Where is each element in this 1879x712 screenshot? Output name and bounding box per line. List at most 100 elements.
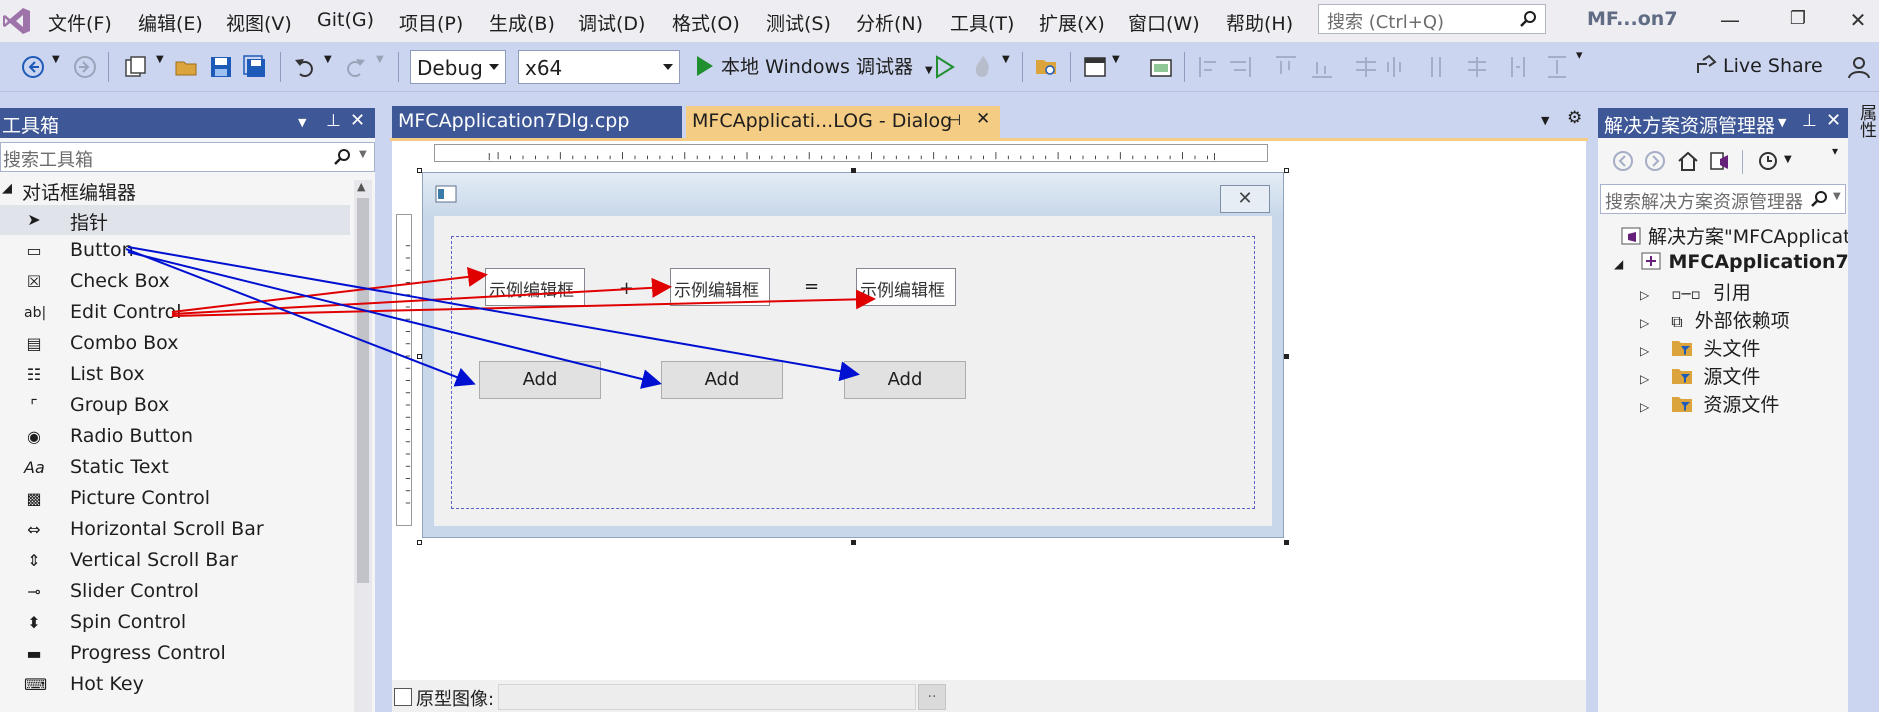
toolbox-item-spin-control[interactable]: ⬍ Spin Control — [0, 608, 350, 638]
minimize-icon[interactable]: — — [1718, 8, 1742, 32]
menu-project[interactable]: 项目(P) — [399, 9, 463, 36]
toolbox-search-input[interactable]: 搜索工具箱 ▼ — [0, 142, 375, 172]
resize-handle[interactable] — [851, 168, 856, 173]
solution-explorer-search-input[interactable]: 搜索解决方案资源管理器 ▼ — [1600, 184, 1846, 214]
find-in-files-icon[interactable] — [1034, 54, 1060, 80]
resize-handle[interactable] — [1284, 168, 1289, 173]
chevron-down-icon[interactable]: ▼ — [156, 54, 164, 80]
restore-icon[interactable]: ❐ — [1786, 8, 1810, 32]
gear-icon[interactable]: ⚙ — [1567, 108, 1582, 128]
menu-git[interactable]: Git(G) — [317, 9, 374, 31]
toolbox-scrollbar-thumb[interactable] — [357, 198, 369, 583]
toolbox-item-combo-box[interactable]: ▤ Combo Box — [0, 329, 350, 359]
toolbox-group-dialog-editor[interactable]: ◢ 对话框编辑器 — [0, 175, 350, 205]
redo-icon[interactable] — [342, 54, 368, 80]
add-button-2[interactable]: Add — [661, 361, 783, 399]
back-icon[interactable] — [1612, 150, 1634, 172]
resize-handle[interactable] — [417, 540, 422, 545]
forward-icon[interactable] — [1644, 150, 1666, 172]
toolbar-overflow-icon[interactable]: ▾ — [1576, 48, 1583, 74]
chevron-down-icon[interactable]: ▼ — [1778, 116, 1786, 129]
vertical-ruler[interactable] — [396, 214, 412, 526]
start-debugging-button[interactable]: 本地 Windows 调试器 ▼ — [695, 52, 933, 82]
pin-icon[interactable]: ⊥ — [326, 111, 341, 131]
global-search-input[interactable]: 搜索 (Ctrl+Q) — [1318, 4, 1546, 34]
solution-configuration-select[interactable]: Debug — [410, 50, 506, 84]
hot-reload-icon[interactable] — [970, 54, 996, 80]
edit-control-result[interactable]: 示例编辑框 — [856, 268, 956, 306]
close-icon[interactable]: ✕ — [350, 110, 365, 131]
start-without-debugging-icon[interactable] — [934, 54, 956, 80]
save-icon[interactable] — [208, 54, 234, 80]
tree-node-references[interactable]: ▷ ▫─▫ 引用 — [1640, 278, 1751, 306]
toolbox-item-progress-control[interactable]: ▬ Progress Control — [0, 639, 350, 669]
new-project-icon[interactable] — [122, 54, 148, 80]
account-icon[interactable] — [1846, 54, 1872, 80]
resize-handle[interactable] — [417, 168, 422, 173]
close-icon[interactable]: ✕ — [1826, 110, 1841, 131]
menu-debug[interactable]: 调试(D) — [578, 9, 645, 36]
close-tab-icon[interactable]: ✕ — [976, 109, 990, 129]
close-window-icon[interactable]: ✕ — [1846, 8, 1870, 32]
chevron-down-icon[interactable]: ▼ — [359, 149, 367, 160]
tree-node-header-files[interactable]: ▷ 头文件 — [1640, 334, 1760, 362]
solution-platform-select[interactable]: x64 — [518, 50, 680, 84]
tree-node-source-files[interactable]: ▷ 源文件 — [1640, 362, 1760, 390]
toolbox-item-static-text[interactable]: Aa Static Text — [0, 453, 350, 483]
toolbox-item-pointer[interactable]: ➤ 指针 — [0, 205, 350, 235]
menu-file[interactable]: 文件(F) — [48, 9, 112, 36]
menu-edit[interactable]: 编辑(E) — [138, 9, 203, 36]
prototype-browse-button[interactable]: .. — [918, 684, 946, 710]
toolbox-item-hot-key[interactable]: ⌨ Hot Key — [0, 670, 350, 700]
menu-help[interactable]: 帮助(H) — [1226, 9, 1293, 36]
toolbox-item-list-box[interactable]: ☷ List Box — [0, 360, 350, 390]
toolbox-item-button[interactable]: ▭ Button — [0, 236, 350, 266]
tab-dlg-cpp[interactable]: MFCApplication7Dlg.cpp — [392, 106, 682, 138]
pending-changes-filter-icon[interactable] — [1756, 149, 1780, 173]
test-window-icon[interactable] — [1082, 54, 1108, 80]
menu-window[interactable]: 窗口(W) — [1128, 9, 1200, 36]
toolbox-item-horizontal-scroll-bar[interactable]: ⇔ Horizontal Scroll Bar — [0, 515, 350, 545]
edit-control-operand-2[interactable]: 示例编辑框 — [670, 268, 770, 306]
resize-handle[interactable] — [417, 354, 422, 359]
horizontal-ruler[interactable] — [434, 144, 1268, 162]
tab-order-icon[interactable] — [1148, 54, 1174, 80]
resize-handle[interactable] — [851, 540, 856, 545]
chevron-down-icon[interactable]: ▼ — [1112, 54, 1120, 80]
chevron-down-icon[interactable]: ▼ — [324, 54, 332, 80]
switch-views-icon[interactable] — [1708, 149, 1732, 173]
open-folder-icon[interactable] — [174, 54, 200, 80]
tab-dialog-resource[interactable]: MFCApplicati...LOG - Dialog ⊣ ✕ — [686, 106, 1000, 138]
chevron-down-icon[interactable]: ▼ — [52, 54, 60, 80]
toolbox-item-group-box[interactable]: ⌜ Group Box — [0, 391, 350, 421]
add-button-1[interactable]: Add — [479, 361, 601, 399]
prototype-image-path-field[interactable] — [498, 684, 916, 710]
chevron-down-icon[interactable]: ▼ — [1002, 54, 1010, 80]
navigate-forward-icon[interactable] — [72, 54, 98, 80]
toolbox-item-vertical-scroll-bar[interactable]: ⇕ Vertical Scroll Bar — [0, 546, 350, 576]
scroll-up-icon[interactable]: ▲ — [357, 180, 365, 193]
chevron-down-icon[interactable]: ▼ — [298, 116, 306, 129]
solution-node[interactable]: 解决方案"MFCApplicatio — [1620, 222, 1868, 250]
tree-node-external-dependencies[interactable]: ▷ ⧉ 外部依赖项 — [1640, 306, 1790, 334]
navigate-back-icon[interactable] — [20, 54, 46, 80]
panel-splitter[interactable] — [378, 96, 390, 712]
menu-analyze[interactable]: 分析(N) — [856, 9, 923, 36]
toolbox-item-check-box[interactable]: ☒ Check Box — [0, 267, 350, 297]
chevron-down-icon[interactable]: ▼ — [376, 54, 384, 80]
menu-tools[interactable]: 工具(T) — [950, 9, 1014, 36]
chevron-down-icon[interactable]: ▼ — [1784, 154, 1792, 165]
resize-handle[interactable] — [1284, 354, 1289, 359]
dialog-close-button[interactable]: ✕ — [1220, 185, 1270, 213]
edit-control-operand-1[interactable]: 示例编辑框 — [485, 268, 585, 306]
home-icon[interactable] — [1676, 149, 1700, 173]
prototype-image-checkbox[interactable] — [394, 688, 412, 706]
menu-build[interactable]: 生成(B) — [489, 9, 555, 36]
menu-view[interactable]: 视图(V) — [226, 9, 292, 36]
project-node[interactable]: ◢ MFCApplication7 — [1614, 250, 1849, 278]
side-tab-label[interactable]: 属性 — [1854, 104, 1879, 138]
tab-list-dropdown-icon[interactable]: ▼ — [1541, 114, 1549, 127]
menu-extensions[interactable]: 扩展(X) — [1039, 9, 1105, 36]
resize-handle[interactable] — [1284, 540, 1289, 545]
pin-icon[interactable]: ⊥ — [1802, 111, 1817, 131]
